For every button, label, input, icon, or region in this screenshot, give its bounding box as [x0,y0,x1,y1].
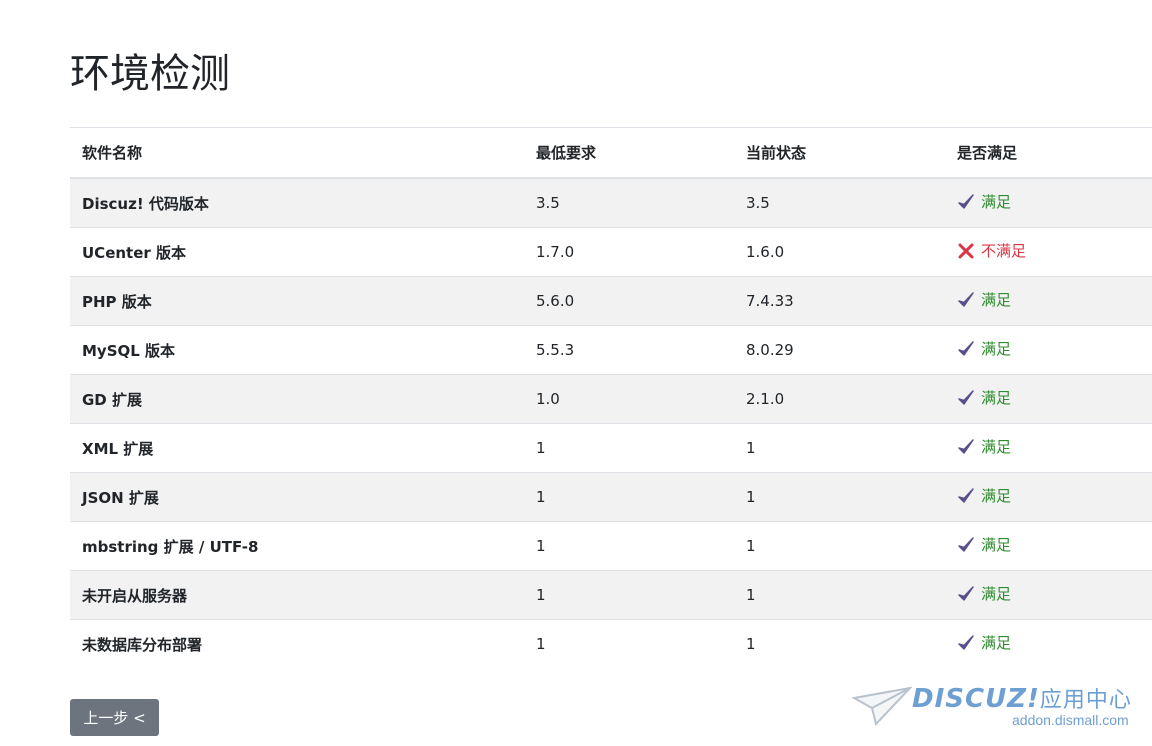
cell-min-requirement: 1.0 [524,374,734,424]
watermark-url: addon.dismall.com [1012,712,1129,728]
environment-check-table: 软件名称 最低要求 当前状态 是否满足 Discuz! 代码版本 3.5 3.5 满足… [70,127,1152,668]
status-text: 满足 [981,438,1012,457]
cell-min-requirement: 1 [524,472,734,522]
header-software-name: 软件名称 [70,127,524,179]
table-row: 未开启从服务器 1 1 满足 [70,570,1152,620]
status-text: 满足 [981,389,1012,408]
cell-software-name: MySQL 版本 [70,325,524,375]
cell-min-requirement: 5.6.0 [524,276,734,326]
header-min-requirement: 最低要求 [524,127,734,179]
check-icon [958,586,974,601]
status-badge: 满足 [957,534,1011,555]
table-body: Discuz! 代码版本 3.5 3.5 满足 UCenter 版本 1.7.0 1.6.0… [70,177,1152,668]
cell-software-name: Discuz! 代码版本 [70,177,524,228]
paper-plane-icon [852,686,912,727]
status-badge: 满足 [957,289,1011,310]
cell-software-name: 未开启从服务器 [70,570,524,620]
cell-min-requirement: 1 [524,521,734,571]
cell-satisfied: 满足 [945,374,1152,424]
table-row: GD 扩展 1.0 2.1.0 满足 [70,374,1152,424]
status-text: 满足 [981,291,1012,310]
check-icon [958,341,974,356]
cell-min-requirement: 1.7.0 [524,227,734,277]
cell-current-status: 2.1.0 [734,374,945,424]
cell-satisfied: 满足 [945,423,1152,473]
cell-current-status: 1 [734,472,945,522]
cell-software-name: PHP 版本 [70,276,524,326]
watermark-brand-text: DISCUZ! [912,684,1040,714]
status-badge: 满足 [957,191,1011,212]
cell-current-status: 1 [734,619,945,668]
table-row: JSON 扩展 1 1 满足 [70,472,1152,522]
cell-software-name: 未数据库分布部署 [70,619,524,668]
header-satisfied: 是否满足 [945,127,1152,179]
status-text: 满足 [981,193,1012,212]
table-row: PHP 版本 5.6.0 7.4.33 满足 [70,276,1152,326]
status-text: 满足 [981,340,1012,359]
cell-min-requirement: 5.5.3 [524,325,734,375]
table-row: Discuz! 代码版本 3.5 3.5 满足 [70,177,1152,228]
status-badge: 满足 [957,338,1011,359]
cell-min-requirement: 1 [524,570,734,620]
cell-satisfied: 满足 [945,472,1152,522]
status-text: 满足 [981,487,1012,506]
cell-current-status: 1 [734,570,945,620]
cell-satisfied: 满足 [945,276,1152,326]
cell-satisfied: 满足 [945,325,1152,375]
cell-current-status: 7.4.33 [734,276,945,326]
header-current-status: 当前状态 [734,127,945,179]
status-badge: 满足 [957,632,1011,653]
prev-step-button[interactable]: 上一步 < [70,699,159,736]
check-icon [958,390,974,405]
watermark-logo: DISCUZ!应用中心 addon.dismall.com [852,682,1142,732]
table-header-row: 软件名称 最低要求 当前状态 是否满足 [70,127,1152,179]
cell-satisfied: 满足 [945,177,1152,228]
table-row: 未数据库分布部署 1 1 满足 [70,619,1152,668]
table-header: 软件名称 最低要求 当前状态 是否满足 [70,127,1152,179]
check-icon [958,194,974,209]
cell-software-name: XML 扩展 [70,423,524,473]
watermark-brand-cn: 应用中心 [1039,688,1132,713]
cell-min-requirement: 1 [524,619,734,668]
check-icon [958,292,974,307]
status-text: 满足 [981,585,1012,604]
watermark-brand: DISCUZ!应用中心 [912,682,1132,714]
status-text: 满足 [981,634,1012,653]
cell-current-status: 1 [734,521,945,571]
check-icon [958,635,974,650]
cell-software-name: mbstring 扩展 / UTF-8 [70,521,524,571]
status-text: 满足 [981,536,1012,555]
cell-satisfied: 满足 [945,570,1152,620]
cell-software-name: JSON 扩展 [70,472,524,522]
cell-satisfied: 不满足 [945,227,1152,277]
cell-min-requirement: 1 [524,423,734,473]
cross-icon [958,243,974,259]
cell-current-status: 1 [734,423,945,473]
cell-current-status: 1.6.0 [734,227,945,277]
cell-satisfied: 满足 [945,521,1152,571]
cell-satisfied: 满足 [945,619,1152,668]
status-text: 不满足 [981,242,1027,261]
status-badge: 满足 [957,583,1011,604]
check-icon [958,439,974,454]
status-badge: 不满足 [957,240,1026,261]
cell-current-status: 3.5 [734,177,945,228]
cell-software-name: UCenter 版本 [70,227,524,277]
check-icon [958,488,974,503]
check-icon [958,537,974,552]
cell-software-name: GD 扩展 [70,374,524,424]
table-row: XML 扩展 1 1 满足 [70,423,1152,473]
cell-min-requirement: 3.5 [524,177,734,228]
table-row: MySQL 版本 5.5.3 8.0.29 满足 [70,325,1152,375]
table-row: UCenter 版本 1.7.0 1.6.0 不满足 [70,227,1152,277]
status-badge: 满足 [957,387,1011,408]
status-badge: 满足 [957,436,1011,457]
page-title: 环境检测 [70,51,230,97]
status-badge: 满足 [957,485,1011,506]
table-row: mbstring 扩展 / UTF-8 1 1 满足 [70,521,1152,571]
cell-current-status: 8.0.29 [734,325,945,375]
